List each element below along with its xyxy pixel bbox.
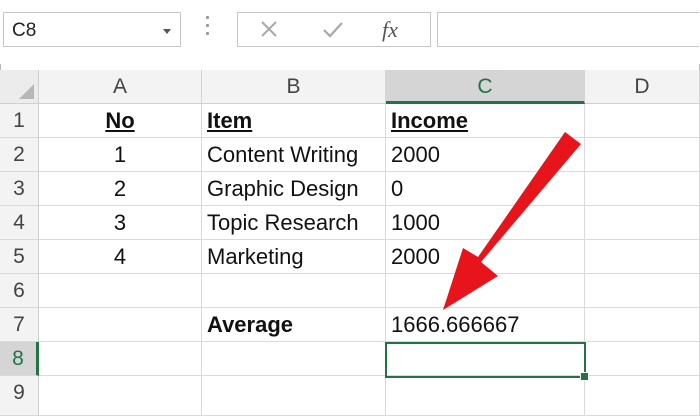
red-arrow-annotation [443,132,581,310]
